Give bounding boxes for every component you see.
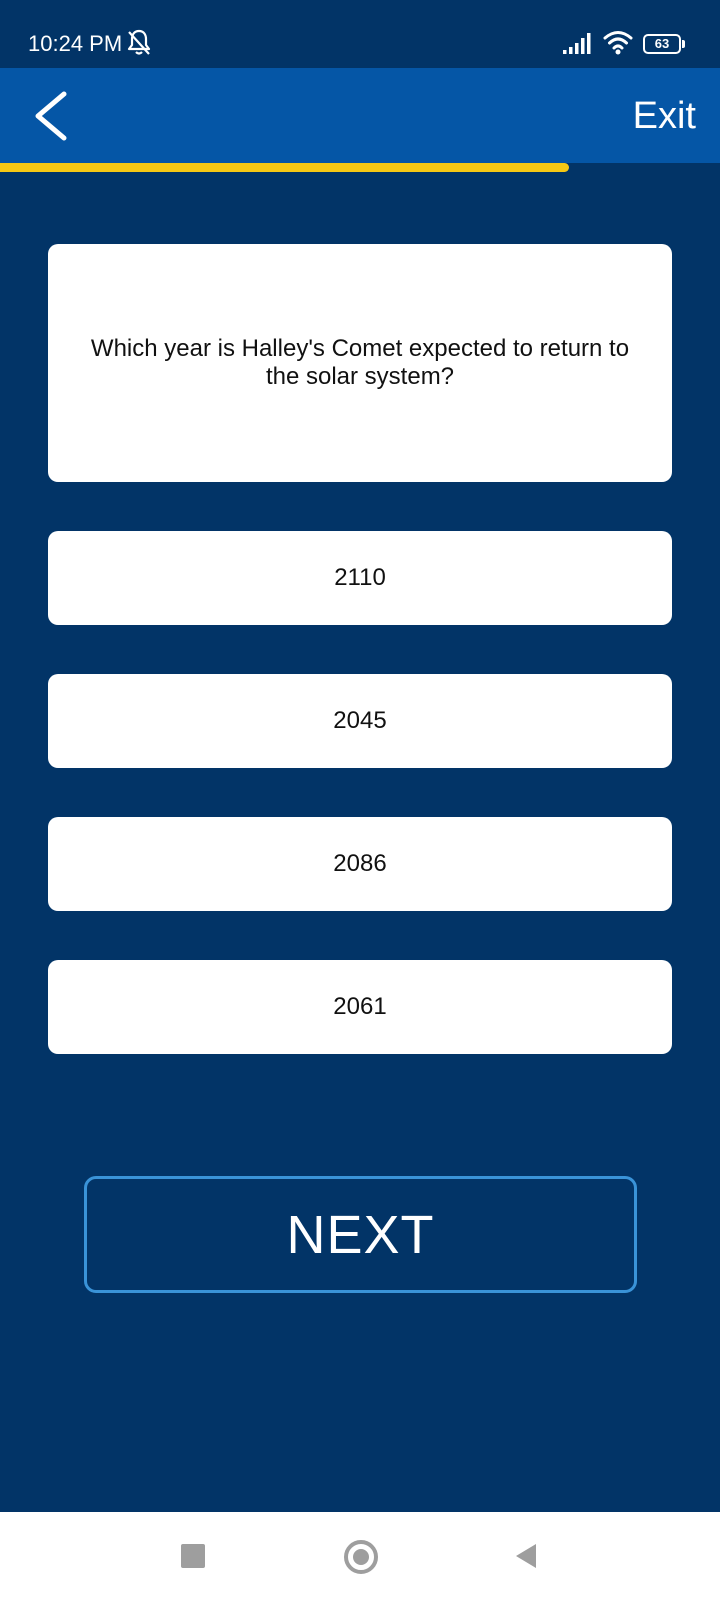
back-button[interactable] (22, 86, 82, 146)
app-bar: Exit (0, 68, 720, 163)
system-nav-bar (0, 1512, 720, 1600)
battery-icon: 63 (643, 34, 685, 54)
answer-option-label: 2086 (333, 850, 387, 877)
signal-icon (563, 33, 591, 54)
answer-option-2[interactable]: 2045 (48, 674, 672, 768)
battery-level: 63 (654, 36, 670, 51)
answer-option-label: 2110 (334, 564, 386, 591)
back-triangle-icon[interactable] (514, 1542, 538, 1570)
status-bar: 10:24 PM 63 (0, 0, 720, 68)
next-button[interactable]: NEXT (84, 1176, 637, 1293)
exit-button[interactable]: Exit (633, 92, 696, 140)
recent-apps-icon[interactable] (181, 1544, 205, 1568)
progress-bar (0, 163, 720, 172)
home-icon[interactable] (344, 1540, 378, 1574)
answer-option-4[interactable]: 2061 (48, 960, 672, 1054)
answer-option-3[interactable]: 2086 (48, 817, 672, 911)
status-time: 10:24 PM (28, 31, 123, 56)
progress-fill (0, 163, 569, 172)
question-text: Which year is Halley's Comet expected to… (90, 335, 630, 390)
answer-option-label: 2061 (333, 993, 387, 1020)
answer-option-1[interactable]: 2110 (48, 531, 672, 625)
next-button-label: NEXT (286, 1204, 435, 1265)
bell-off-icon (127, 29, 151, 55)
wifi-icon (603, 31, 633, 55)
quiz-screen: 10:24 PM 63 Exit Which year is Halley's … (0, 0, 720, 1600)
answer-option-label: 2045 (333, 707, 387, 734)
question-card: Which year is Halley's Comet expected to… (48, 244, 672, 482)
